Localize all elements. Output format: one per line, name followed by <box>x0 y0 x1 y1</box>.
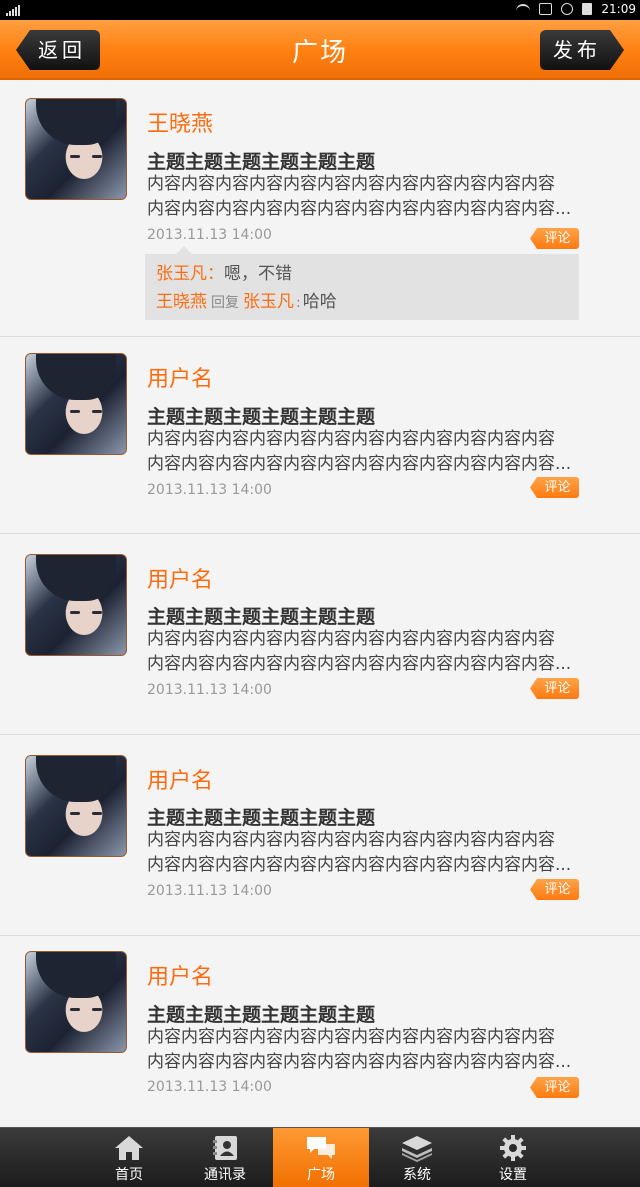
post-body: 内容内容内容内容内容内容内容内容内容内容内容内容 内容内容内容内容内容内容内容内… <box>147 1025 582 1075</box>
post-username[interactable]: 用户名 <box>147 959 213 991</box>
post-date: 2013.11.13 14:00 <box>147 482 272 498</box>
battery-icon <box>582 3 593 15</box>
contacts-icon <box>213 1136 237 1160</box>
reply-target[interactable]: 张玉凡 <box>243 292 294 312</box>
post-subject: 主题主题主题主题主题主题 <box>147 151 376 173</box>
reply-word: 回复 <box>211 295 239 311</box>
post-body-line: 内容内容内容内容内容内容内容内容内容内容内容内容... <box>147 1052 572 1072</box>
post-body: 内容内容内容内容内容内容内容内容内容内容内容内容 内容内容内容内容内容内容内容内… <box>147 427 582 477</box>
tab-contacts[interactable]: 通讯录 <box>177 1128 273 1187</box>
comment-line: 王晓燕 回复 张玉凡: 哈哈 <box>156 288 579 317</box>
post-username[interactable]: 用户名 <box>147 763 213 795</box>
wifi-icon <box>516 3 531 15</box>
tab-label: 首页 <box>115 1167 143 1183</box>
avatar[interactable] <box>25 98 127 200</box>
post-subject: 主题主题主题主题主题主题 <box>147 406 376 428</box>
post-item[interactable]: 用户名 主题主题主题主题主题主题 内容内容内容内容内容内容内容内容内容内容内容内… <box>0 337 640 534</box>
alarm-icon <box>561 3 574 15</box>
comment-button[interactable]: 评论 <box>530 678 579 699</box>
avatar[interactable] <box>25 755 127 857</box>
status-time: 21:09 <box>601 2 636 16</box>
post-username[interactable]: 用户名 <box>147 562 213 594</box>
post-date: 2013.11.13 14:00 <box>147 1079 272 1095</box>
comment-author[interactable]: 张玉凡 <box>156 264 207 284</box>
comment-author[interactable]: 王晓燕 <box>156 292 207 312</box>
comment-line: 张玉凡：嗯，不错 <box>156 260 579 288</box>
comment-separator: ： <box>207 264 224 284</box>
post-body-line: 内容内容内容内容内容内容内容内容内容内容内容内容... <box>147 654 572 674</box>
post-subject: 主题主题主题主题主题主题 <box>147 606 376 628</box>
post-item[interactable]: 王晓燕 主题主题主题主题主题主题 内容内容内容内容内容内容内容内容内容内容内容内… <box>0 80 640 337</box>
post-body: 内容内容内容内容内容内容内容内容内容内容内容内容 内容内容内容内容内容内容内容内… <box>147 172 582 222</box>
tab-settings[interactable]: 设置 <box>465 1128 561 1187</box>
tab-system[interactable]: 系统 <box>369 1128 465 1187</box>
home-icon <box>115 1136 143 1160</box>
post-subject: 主题主题主题主题主题主题 <box>147 1004 376 1026</box>
signal-icon <box>6 4 20 16</box>
bottom-tab-bar: 首页 通讯录 广场 系统 设置 <box>0 1127 640 1187</box>
post-item[interactable]: 用户名 主题主题主题主题主题主题 内容内容内容内容内容内容内容内容内容内容内容内… <box>0 534 640 735</box>
post-username[interactable]: 用户名 <box>147 361 213 393</box>
post-body-line: 内容内容内容内容内容内容内容内容内容内容内容内容... <box>147 454 572 474</box>
avatar[interactable] <box>25 951 127 1053</box>
post-body-line: 内容内容内容内容内容内容内容内容内容内容内容内容 <box>147 830 555 850</box>
chat-icon <box>307 1137 335 1159</box>
avatar[interactable] <box>25 554 127 656</box>
post-item[interactable]: 用户名 主题主题主题主题主题主题 内容内容内容内容内容内容内容内容内容内容内容内… <box>0 936 640 1127</box>
comment-button[interactable]: 评论 <box>530 477 579 498</box>
post-subject: 主题主题主题主题主题主题 <box>147 807 376 829</box>
tab-label: 广场 <box>307 1167 335 1183</box>
post-body: 内容内容内容内容内容内容内容内容内容内容内容内容 内容内容内容内容内容内容内容内… <box>147 828 582 878</box>
tab-square[interactable]: 广场 <box>273 1128 369 1187</box>
comment-button[interactable]: 评论 <box>530 228 579 249</box>
comments-box: 张玉凡：嗯，不错 王晓燕 回复 张玉凡: 哈哈 <box>145 246 579 320</box>
comment-text: 嗯，不错 <box>224 264 292 284</box>
post-body-line: 内容内容内容内容内容内容内容内容内容内容内容内容 <box>147 429 555 449</box>
tab-label: 通讯录 <box>204 1167 246 1183</box>
sim-icon <box>539 3 553 15</box>
post-date: 2013.11.13 14:00 <box>147 883 272 899</box>
comment-button[interactable]: 评论 <box>530 1077 579 1098</box>
post-body-line: 内容内容内容内容内容内容内容内容内容内容内容内容 <box>147 1027 555 1047</box>
tab-label: 设置 <box>499 1167 527 1183</box>
gear-icon <box>500 1135 526 1161</box>
tab-home[interactable]: 首页 <box>81 1128 177 1187</box>
status-bar: 21:09 <box>0 0 640 20</box>
post-body-line: 内容内容内容内容内容内容内容内容内容内容内容内容 <box>147 629 555 649</box>
post-item[interactable]: 用户名 主题主题主题主题主题主题 内容内容内容内容内容内容内容内容内容内容内容内… <box>0 735 640 936</box>
comment-text: 哈哈 <box>302 292 337 312</box>
header-bar: 返回 广场 发布 <box>0 20 640 80</box>
publish-button[interactable]: 发布 <box>540 30 624 70</box>
comment-separator: : <box>296 295 301 311</box>
layers-icon <box>402 1136 432 1162</box>
post-date: 2013.11.13 14:00 <box>147 227 272 243</box>
post-body-line: 内容内容内容内容内容内容内容内容内容内容内容内容 <box>147 174 555 194</box>
post-username[interactable]: 王晓燕 <box>147 106 213 138</box>
post-body-line: 内容内容内容内容内容内容内容内容内容内容内容内容... <box>147 855 572 875</box>
tab-label: 系统 <box>403 1167 431 1183</box>
post-body-line: 内容内容内容内容内容内容内容内容内容内容内容内容... <box>147 199 572 219</box>
post-date: 2013.11.13 14:00 <box>147 682 272 698</box>
comment-button[interactable]: 评论 <box>530 879 579 900</box>
avatar[interactable] <box>25 353 127 455</box>
post-body: 内容内容内容内容内容内容内容内容内容内容内容内容 内容内容内容内容内容内容内容内… <box>147 627 582 677</box>
